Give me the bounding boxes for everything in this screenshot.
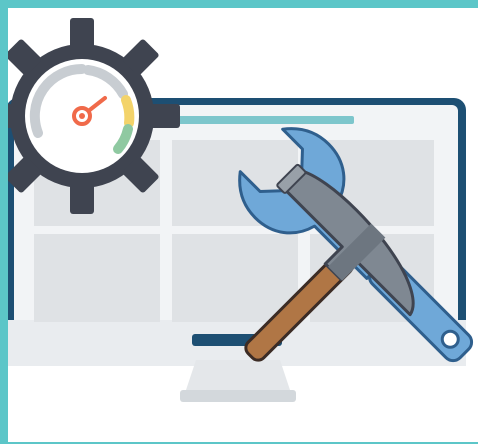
maintenance-illustration: [8, 18, 474, 402]
illustration-frame: [0, 0, 478, 444]
